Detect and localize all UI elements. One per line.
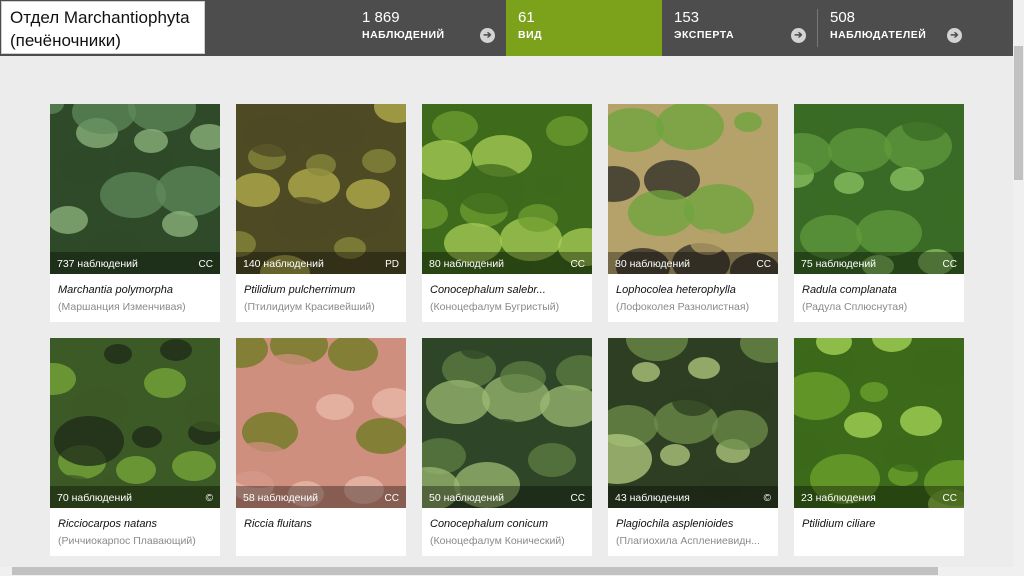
photo-caption-bar: 140 наблюдений PD (236, 252, 406, 274)
stat-divider (817, 9, 818, 47)
arrow-right-icon[interactable]: ➔ (480, 28, 495, 43)
observation-count: 43 наблюдения (615, 492, 690, 504)
page-title: Отдел Marchantiophyta (печёночники) (1, 1, 205, 54)
scientific-name[interactable]: Marchantia polymorpha (58, 284, 214, 296)
observation-count: 75 наблюдений (801, 258, 877, 270)
scientific-name[interactable]: Plagiochila asplenioides (616, 518, 772, 530)
observation-count: 80 наблюдений (615, 258, 691, 270)
top-stats-bar: Отдел Marchantiophyta (печёночники) 1 86… (0, 0, 1013, 56)
stat-observations[interactable]: 1 869 наблюдений ➔ (362, 0, 502, 56)
license-badge: PD (385, 259, 399, 270)
horizontal-scrollbar-thumb[interactable] (12, 567, 938, 575)
license-badge: © (205, 493, 213, 504)
scientific-name[interactable]: Riccia fluitans (244, 518, 400, 530)
photo-caption-bar: 70 наблюдений © (50, 486, 220, 508)
scientific-name[interactable]: Ptilidium ciliare (802, 518, 958, 530)
arrow-right-icon[interactable]: ➔ (947, 28, 962, 43)
species-photo[interactable]: 75 наблюдений CC (794, 104, 964, 274)
stat-experts-label: эксперта (674, 29, 735, 41)
license-badge: CC (570, 259, 585, 270)
species-photo[interactable]: 43 наблюдения © (608, 338, 778, 508)
stat-observers-label: наблюдателей (830, 29, 927, 41)
species-photo[interactable]: 80 наблюдений CC (608, 104, 778, 274)
scientific-name[interactable]: Ricciocarpos natans (58, 518, 214, 530)
common-name: (Риччиокарпос Плавающий) (58, 535, 196, 547)
license-badge: CC (942, 259, 957, 270)
species-photo[interactable]: 23 наблюдения CC (794, 338, 964, 508)
vertical-scrollbar-thumb[interactable] (1014, 46, 1023, 180)
species-card[interactable]: 23 наблюдения CC Ptilidium ciliare (794, 338, 964, 556)
observation-count: 50 наблюдений (429, 492, 505, 504)
scientific-name[interactable]: Ptilidium pulcherrimum (244, 284, 400, 296)
photo-caption-bar: 50 наблюдений CC (422, 486, 592, 508)
license-badge: CC (198, 259, 213, 270)
stat-experts[interactable]: 153 эксперта ➔ (674, 0, 809, 56)
license-badge: © (763, 493, 771, 504)
common-name: (Радула Сплюснутая) (802, 301, 908, 313)
observation-count: 23 наблюдения (801, 492, 876, 504)
stat-species[interactable]: 61 вид (506, 0, 662, 56)
common-name: (Лофоколея Разнолистная) (616, 301, 750, 313)
photo-caption-bar: 737 наблюдений CC (50, 252, 220, 274)
species-photo[interactable]: 70 наблюдений © (50, 338, 220, 508)
common-name: (Маршанция Изменчивая) (58, 301, 186, 313)
license-badge: CC (756, 259, 771, 270)
species-photo[interactable]: 80 наблюдений CC (422, 104, 592, 274)
species-photo[interactable]: 58 наблюдений CC (236, 338, 406, 508)
scientific-name[interactable]: Conocephalum salebr... (430, 284, 586, 296)
observation-count: 70 наблюдений (57, 492, 133, 504)
observation-count: 140 наблюдений (243, 258, 324, 270)
photo-caption-bar: 75 наблюдений CC (794, 252, 964, 274)
stat-observers-count: 508 (830, 9, 856, 26)
scientific-name[interactable]: Lophocolea heterophylla (616, 284, 772, 296)
species-card[interactable]: 80 наблюдений CC Conocephalum salebr... (Ко… (422, 104, 592, 322)
arrow-right-icon[interactable]: ➔ (791, 28, 806, 43)
species-card[interactable]: 43 наблюдения © Plagiochila asplenioides (П… (608, 338, 778, 556)
stat-species-count: 61 (518, 9, 535, 26)
species-photo[interactable]: 737 наблюдений CC (50, 104, 220, 274)
page-title-line2: (печёночники) (10, 31, 121, 50)
stat-experts-count: 153 (674, 9, 700, 26)
species-card[interactable]: 140 наблюдений PD Ptilidium pulcherrimum (П… (236, 104, 406, 322)
species-card[interactable]: 70 наблюдений © Ricciocarpos natans (Риччио… (50, 338, 220, 556)
vertical-scrollbar[interactable] (1013, 0, 1024, 576)
common-name: (Плагиохила Асплениевидн... (616, 535, 760, 547)
species-card[interactable]: 75 наблюдений CC Radula complanata (Радула … (794, 104, 964, 322)
license-badge: CC (570, 493, 585, 504)
species-card[interactable]: 80 наблюдений CC Lophocolea heterophylla (Л… (608, 104, 778, 322)
observation-count: 80 наблюдений (429, 258, 505, 270)
observation-count: 737 наблюдений (57, 258, 138, 270)
common-name: (Коноцефалум Бугристый) (430, 301, 560, 313)
photo-caption-bar: 80 наблюдений CC (422, 252, 592, 274)
species-card[interactable]: 50 наблюдений CC Conocephalum conicum (Коно… (422, 338, 592, 556)
scientific-name[interactable]: Radula complanata (802, 284, 958, 296)
photo-caption-bar: 80 наблюдений CC (608, 252, 778, 274)
species-card[interactable]: 737 наблюдений CC Marchantia polymorpha (Ма… (50, 104, 220, 322)
photo-caption-bar: 23 наблюдения CC (794, 486, 964, 508)
stat-observations-count: 1 869 (362, 9, 400, 26)
license-badge: CC (384, 493, 399, 504)
stat-observers[interactable]: 508 наблюдателей ➔ (830, 0, 965, 56)
common-name: (Птилидиум Красивейший) (244, 301, 375, 313)
stat-species-label: вид (518, 29, 543, 41)
photo-caption-bar: 58 наблюдений CC (236, 486, 406, 508)
page-title-line1: Отдел Marchantiophyta (10, 8, 190, 27)
scientific-name[interactable]: Conocephalum conicum (430, 518, 586, 530)
observation-count: 58 наблюдений (243, 492, 319, 504)
species-card[interactable]: 58 наблюдений CC Riccia fluitans (236, 338, 406, 556)
common-name: (Коноцефалум Конический) (430, 535, 565, 547)
horizontal-scrollbar[interactable] (0, 567, 1013, 576)
species-photo[interactable]: 140 наблюдений PD (236, 104, 406, 274)
species-photo[interactable]: 50 наблюдений CC (422, 338, 592, 508)
photo-caption-bar: 43 наблюдения © (608, 486, 778, 508)
license-badge: CC (942, 493, 957, 504)
